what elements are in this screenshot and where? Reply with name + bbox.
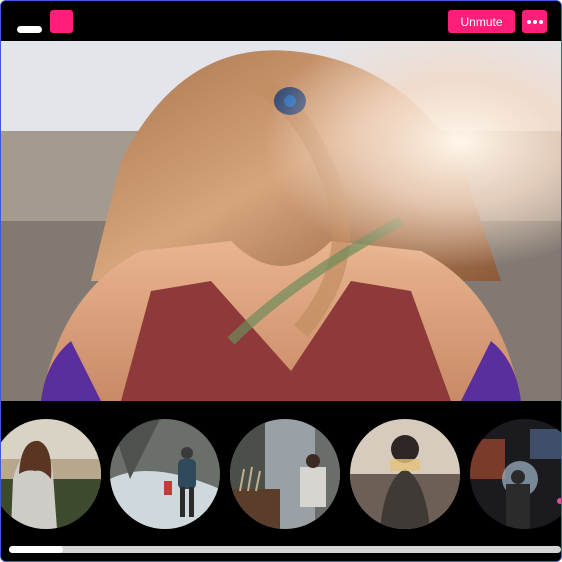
thumbnail-strip: [1, 401, 561, 561]
top-toolbar: Unmute: [1, 1, 561, 41]
thumbnail-5[interactable]: [470, 419, 561, 529]
woman-looking-at-hills-photo: [1, 419, 101, 529]
person-with-umbrella-night-photo: [470, 419, 561, 529]
logo-square-icon[interactable]: [50, 10, 73, 33]
scrollbar-thumb[interactable]: [9, 546, 63, 553]
woman-double-exposure-photo: [350, 419, 460, 529]
video-player: Unmute: [0, 0, 562, 562]
thumbnail-scrollbar[interactable]: [9, 546, 561, 553]
thumbnail-1[interactable]: [1, 419, 101, 529]
thumbnail-3[interactable]: [230, 419, 340, 529]
man-with-incense-photo: [230, 419, 340, 529]
thumbnail-4[interactable]: [350, 419, 460, 529]
unmute-button[interactable]: Unmute: [448, 10, 515, 33]
hikers-in-snow-photo: [110, 419, 220, 529]
woman-with-blowing-hair-photo: [1, 41, 561, 401]
thumbnail-2[interactable]: [110, 419, 220, 529]
minimize-icon[interactable]: [17, 26, 42, 33]
main-video-frame[interactable]: [1, 41, 561, 401]
more-horizontal-icon[interactable]: [522, 10, 547, 33]
